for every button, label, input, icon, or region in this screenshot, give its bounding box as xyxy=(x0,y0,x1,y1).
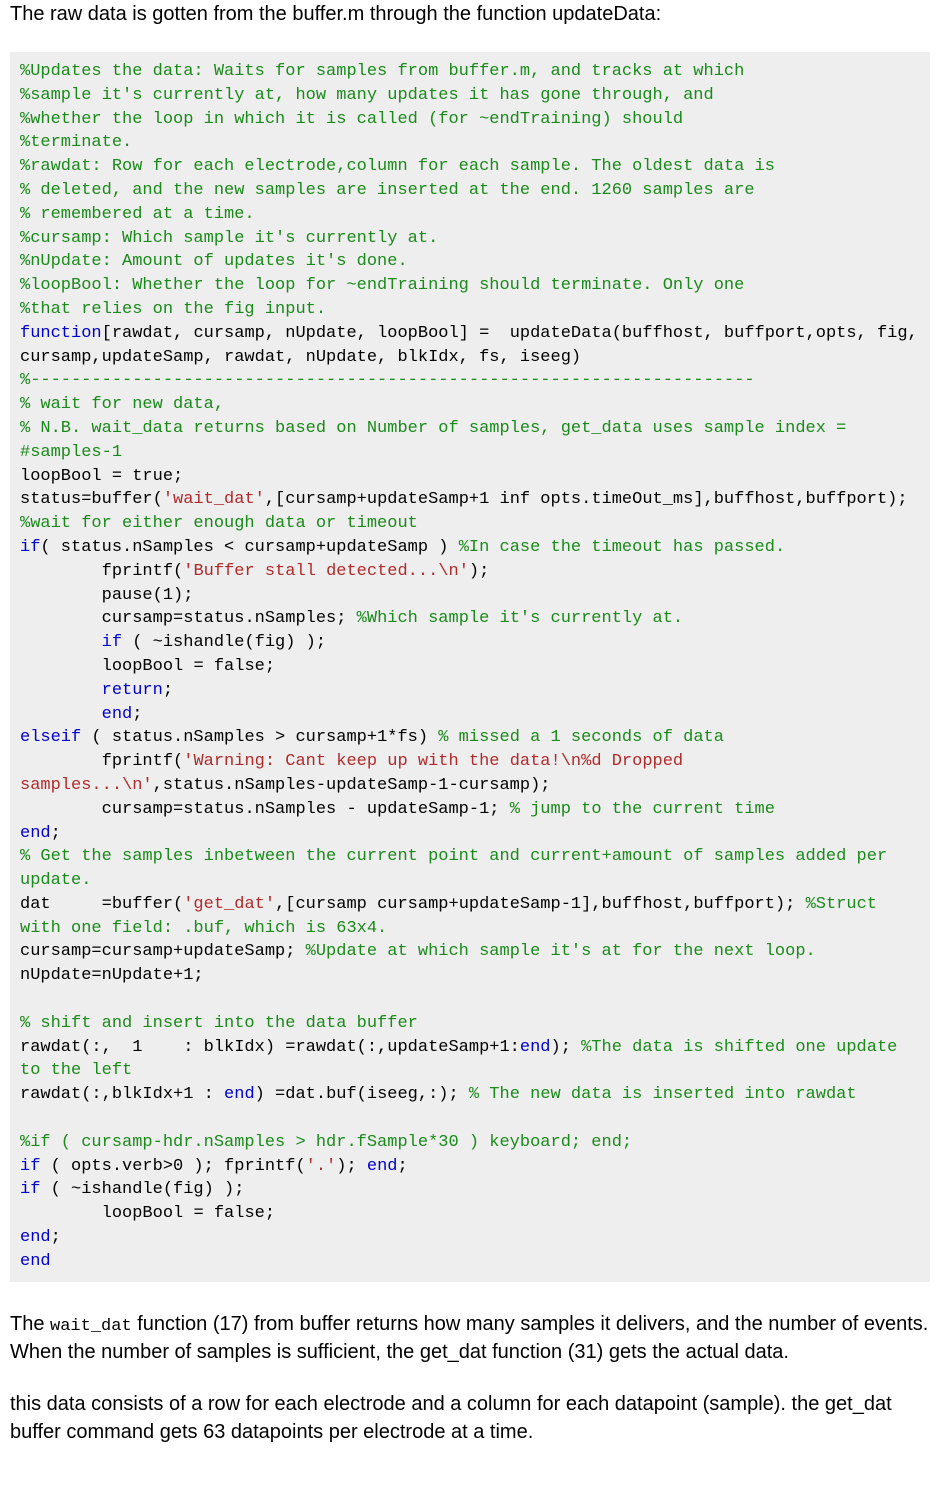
code-segment: %if ( cursamp-hdr.nSamples > hdr.fSample… xyxy=(20,1133,632,1152)
outro-paragraph-2: this data consists of a row for each ele… xyxy=(10,1390,930,1446)
code-segment: if xyxy=(20,538,40,557)
code-segment: dat =buffer( xyxy=(20,895,183,914)
code-segment xyxy=(20,633,102,652)
code-segment: return xyxy=(102,681,163,700)
code-segment: %nUpdate: Amount of updates it's done. xyxy=(20,252,408,271)
code-segment: %---------------------------------------… xyxy=(20,371,755,390)
code-segment: 'Buffer stall detected...\n' xyxy=(183,562,469,581)
code-segment: if xyxy=(102,633,122,652)
code-segment: [rawdat, cursamp, nUpdate, loopBool] = u… xyxy=(20,324,928,367)
code-segment: ; xyxy=(132,705,142,724)
code-segment: ( status.nSamples < cursamp+updateSamp ) xyxy=(40,538,458,557)
code-segment: %that relies on the fig input. xyxy=(20,300,326,319)
code-segment: ; xyxy=(51,824,61,843)
code-segment: end xyxy=(102,705,133,724)
code-segment: %rawdat: Row for each electrode,column f… xyxy=(20,157,775,176)
code-segment: % shift and insert into the data buffer xyxy=(20,1014,418,1033)
outro-paragraph-1: The wait_dat function (17) from buffer r… xyxy=(10,1310,930,1367)
code-segment: loopBool = false; xyxy=(20,1204,275,1223)
code-segment: %whether the loop in which it is called … xyxy=(20,110,683,129)
code-segment: elseif xyxy=(20,728,81,747)
code-segment: %Which sample it's currently at. xyxy=(357,609,683,628)
code-segment xyxy=(20,681,102,700)
code-segment: %loopBool: Whether the loop for ~endTrai… xyxy=(20,276,744,295)
code-segment: ); xyxy=(551,1038,582,1057)
code-segment: if xyxy=(20,1180,40,1199)
code-segment: % missed a 1 seconds of data xyxy=(438,728,724,747)
code-segment: if xyxy=(20,1157,40,1176)
inline-code-wait-dat: wait_dat xyxy=(50,1317,132,1336)
code-segment: ,status.nSamples-updateSamp-1-cursamp); xyxy=(153,776,551,795)
code-segment: end xyxy=(520,1038,551,1057)
code-segment: end xyxy=(20,1252,51,1271)
code-segment: fprintf( xyxy=(20,752,183,771)
code-segment: nUpdate=nUpdate+1; xyxy=(20,966,204,985)
code-segment xyxy=(20,705,102,724)
code-segment: % deleted, and the new samples are inser… xyxy=(20,181,755,200)
code-segment: ,[cursamp+updateSamp+1 inf opts.timeOut_… xyxy=(265,490,918,509)
code-segment: %cursamp: Which sample it's currently at… xyxy=(20,229,438,248)
code-segment: % N.B. wait_data returns based on Number… xyxy=(20,419,857,462)
code-segment: pause(1); xyxy=(20,586,193,605)
code-segment: %wait for either enough data or timeout xyxy=(20,514,418,533)
code-segment: cursamp=status.nSamples; xyxy=(20,609,357,628)
code-segment: ( ~ishandle(fig) ); xyxy=(122,633,326,652)
code-segment: % wait for new data, xyxy=(20,395,224,414)
code-segment: loopBool = false; xyxy=(20,657,275,676)
code-segment: ; xyxy=(51,1228,61,1247)
code-segment: end xyxy=(367,1157,398,1176)
code-segment: rawdat(:,blkIdx+1 : xyxy=(20,1085,224,1104)
code-segment: % jump to the current time xyxy=(510,800,775,819)
code-segment: loopBool = true; xyxy=(20,467,183,486)
code-segment: '.' xyxy=(306,1157,337,1176)
code-segment: %Update at which sample it's at for the … xyxy=(306,942,816,961)
code-segment: ); xyxy=(469,562,489,581)
code-segment: ( status.nSamples > cursamp+1*fs) xyxy=(81,728,438,747)
code-segment: end xyxy=(224,1085,255,1104)
code-segment: ,[cursamp cursamp+updateSamp-1],buffhost… xyxy=(275,895,806,914)
code-segment: ) =dat.buf(iseeg,:); xyxy=(255,1085,469,1104)
code-segment: % Get the samples inbetween the current … xyxy=(20,847,897,890)
code-segment: %terminate. xyxy=(20,133,132,152)
code-segment: %Updates the data: Waits for samples fro… xyxy=(20,62,744,81)
code-segment: % remembered at a time. xyxy=(20,205,255,224)
code-segment: %sample it's currently at, how many upda… xyxy=(20,86,714,105)
code-segment: % The new data is inserted into rawdat xyxy=(469,1085,857,1104)
code-segment: end xyxy=(20,1228,51,1247)
intro-paragraph: The raw data is gotten from the buffer.m… xyxy=(10,0,930,28)
code-segment: ; xyxy=(397,1157,407,1176)
code-segment: %In case the timeout has passed. xyxy=(459,538,785,557)
code-segment: end xyxy=(20,824,51,843)
code-segment: 'wait_dat' xyxy=(163,490,265,509)
code-segment: ( ~ishandle(fig) ); xyxy=(40,1180,244,1199)
code-segment: cursamp=cursamp+updateSamp; xyxy=(20,942,306,961)
code-segment: cursamp=status.nSamples - updateSamp-1; xyxy=(20,800,510,819)
code-segment: 'get_dat' xyxy=(183,895,275,914)
code-segment: ( opts.verb>0 ); fprintf( xyxy=(40,1157,305,1176)
code-segment: rawdat(:, 1 : blkIdx) =rawdat(:,updateSa… xyxy=(20,1038,520,1057)
code-segment: ); xyxy=(336,1157,367,1176)
code-segment: fprintf( xyxy=(20,562,183,581)
outro-p1-b: function (17) from buffer returns how ma… xyxy=(10,1313,928,1364)
code-segment: status=buffer( xyxy=(20,490,163,509)
code-segment: ; xyxy=(163,681,173,700)
outro-p1-a: The xyxy=(10,1313,50,1335)
code-block: %Updates the data: Waits for samples fro… xyxy=(10,52,930,1282)
code-segment: function xyxy=(20,324,102,343)
